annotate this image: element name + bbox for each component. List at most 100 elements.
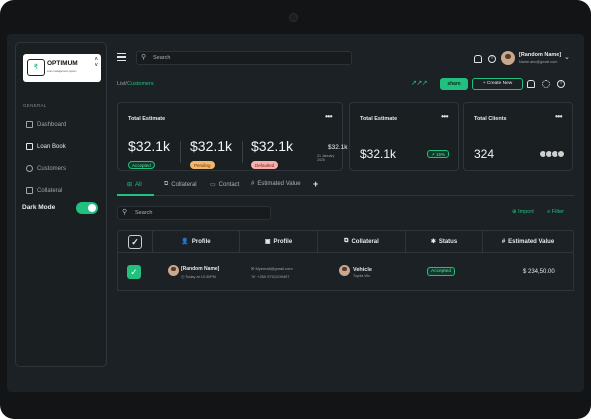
sidebar-item-dashboard[interactable]: Dashboard xyxy=(26,121,66,128)
user-icon: 👤 xyxy=(181,239,189,245)
avatar xyxy=(557,150,565,158)
app-screen: ₹ OPTIMUM Loan management system ˄ ˅ GENE… xyxy=(7,34,584,392)
stat-pending: $32.1k Pending xyxy=(190,138,232,172)
chevron-updown-icon[interactable]: ˄ ˅ xyxy=(94,57,98,69)
import-button[interactable]: ⊕ Import xyxy=(512,209,534,215)
table-search-input[interactable]: ⚲ Search xyxy=(117,206,271,220)
filter-button[interactable]: ≡ Filter xyxy=(547,209,564,215)
tab-label: Contact xyxy=(218,181,240,188)
bell-icon[interactable] xyxy=(527,80,535,88)
active-tab-indicator xyxy=(117,194,154,196)
stat-accepted: $32.1k Accepted xyxy=(128,138,170,172)
phone-text: +260 9701209497 xyxy=(257,274,290,279)
card-value: $32.1k xyxy=(360,147,397,161)
table-row[interactable]: ✓ [Random Name] ◷ Today at 10:30PM ✉ Mye… xyxy=(117,253,574,291)
dashboard-icon xyxy=(26,121,33,128)
table-header: ✓ 👤 Profile ▣ Profile ⧉ Collateral ✱ Status … xyxy=(117,230,574,253)
info-icon[interactable]: i xyxy=(488,55,496,63)
collateral-icon: ⧉ xyxy=(344,238,349,244)
status-badge: Accepted xyxy=(128,161,155,169)
column-label: Estimated Value xyxy=(508,238,555,245)
column-label: Profile xyxy=(273,238,293,245)
column-header-profile-2[interactable]: ▣ Profile xyxy=(240,231,318,252)
filter-label: Filter xyxy=(551,209,564,215)
more-icon[interactable]: ••• xyxy=(555,112,562,121)
column-header-estimated-value[interactable]: # Estimated Value xyxy=(483,231,573,252)
tab-divider xyxy=(117,195,574,196)
tab-collateral[interactable]: ⧉ Collateral xyxy=(164,181,197,188)
breadcrumb: List/Customers xyxy=(117,81,154,87)
share-button[interactable]: share xyxy=(440,78,468,90)
estimated-value: $ 234,50.00 xyxy=(523,269,555,275)
breadcrumb-prefix[interactable]: List/ xyxy=(117,81,127,87)
tab-label: Estimated Value xyxy=(257,181,301,187)
client-avatar-stack xyxy=(539,150,565,158)
more-icon[interactable]: ••• xyxy=(441,112,448,121)
customer-name: [Random Name] xyxy=(181,266,220,272)
image-icon: ▣ xyxy=(264,239,271,245)
avatar[interactable] xyxy=(501,51,515,65)
divider xyxy=(242,141,243,163)
user-name: [Random Name] xyxy=(519,52,562,58)
card-title: Total Clients xyxy=(474,116,507,122)
avatar xyxy=(168,265,179,276)
side-amount: $32.1k xyxy=(328,144,348,151)
sidebar-item-loan-book[interactable]: Loan Book xyxy=(26,143,66,150)
column-header-collateral[interactable]: ⧉ Collateral xyxy=(318,231,406,252)
side-date: 21 January 2026 xyxy=(317,154,335,162)
column-label: Profile xyxy=(191,238,211,245)
sidebar-item-customers[interactable]: Customers xyxy=(26,165,66,172)
users-icon xyxy=(26,165,33,172)
estimate-card: Total Estimate ••• $32.1k Accepted $32.1… xyxy=(117,102,348,172)
email-text: Myemail@gmail.com xyxy=(255,266,293,271)
more-icon[interactable]: ••• xyxy=(325,112,332,121)
sidebar-item-collateral[interactable]: Collateral xyxy=(26,187,62,194)
tab-label: All xyxy=(135,181,142,188)
growth-badge: ↗ 15% xyxy=(427,150,450,158)
column-header-profile[interactable]: 👤 Profile xyxy=(153,231,240,252)
row-checkbox[interactable]: ✓ xyxy=(127,265,141,279)
tab-estimated-value[interactable]: # Estimated Value xyxy=(251,181,301,187)
tab-contact[interactable]: ▭ Contact xyxy=(210,181,240,189)
create-new-button[interactable]: + Create New xyxy=(472,78,523,90)
select-all-checkbox[interactable]: ✓ xyxy=(128,234,142,249)
stat-amount: $32.1k xyxy=(190,138,233,154)
tab-all[interactable]: ⊞ All xyxy=(127,181,142,189)
hash-icon: # xyxy=(501,238,506,245)
external-link-icon[interactable]: ↗↗↗ xyxy=(411,79,428,87)
customer-phone: ☏ +260 9701209497 xyxy=(251,274,290,279)
customer-email: ✉ Myemail@gmail.com xyxy=(251,266,293,271)
divider xyxy=(180,141,181,163)
collateral-detail: Toyota Vitz xyxy=(353,274,371,278)
card-title: Total Estimate xyxy=(128,116,166,122)
customer-date: ◷ Today at 10:30PM xyxy=(181,275,216,279)
menu-icon[interactable] xyxy=(117,53,126,61)
gear-icon[interactable] xyxy=(542,80,550,88)
breadcrumb-current: Customers xyxy=(127,81,154,87)
select-all-cell: ✓ xyxy=(118,231,153,252)
import-label: Import xyxy=(518,209,534,215)
search-placeholder: Search xyxy=(153,55,171,61)
dark-mode-toggle[interactable] xyxy=(76,202,98,214)
status-icon: ✱ xyxy=(430,239,436,245)
info-icon[interactable]: i xyxy=(557,80,565,88)
grid-icon: ⊞ xyxy=(127,182,133,188)
column-header-status[interactable]: ✱ Status xyxy=(406,231,483,252)
column-label: Status xyxy=(438,238,458,245)
column-label: Collateral xyxy=(351,238,379,245)
user-email: Name.abc@gmail.com xyxy=(519,60,558,64)
stat-amount: $32.1k xyxy=(128,138,171,154)
search-icon: ⚲ xyxy=(122,209,128,216)
brand-logo[interactable]: ₹ OPTIMUM Loan management system ˄ ˅ xyxy=(23,54,101,82)
tab-label: Collateral xyxy=(171,181,197,188)
clients-card: Total Clients ••• 324 xyxy=(463,102,573,171)
search-icon: ⚲ xyxy=(141,54,147,61)
bell-icon[interactable] xyxy=(474,55,482,63)
search-input[interactable]: ⚲ Search xyxy=(136,51,352,65)
status-badge: Pending xyxy=(190,161,215,169)
brand-mark-icon: ₹ xyxy=(27,59,45,76)
add-tab-icon[interactable]: + xyxy=(313,179,318,189)
collateral-icon: ⧉ xyxy=(164,181,169,187)
chevron-down-icon[interactable]: ⌄ xyxy=(564,53,570,61)
camera-dot xyxy=(289,13,298,22)
